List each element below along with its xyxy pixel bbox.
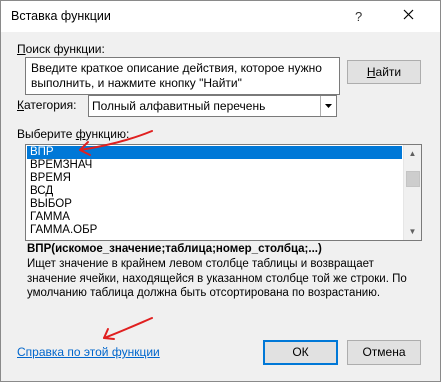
insert-function-dialog: Вставка функции ? Поиск функции: Введите… bbox=[0, 0, 441, 382]
dialog-title: Вставка функции bbox=[11, 9, 111, 23]
list-item[interactable]: ВЫБОР bbox=[27, 198, 402, 211]
title-bar: Вставка функции ? bbox=[1, 1, 440, 32]
search-input[interactable]: Введите краткое описание действия, котор… bbox=[25, 57, 340, 95]
search-text[interactable]: Введите краткое описание действия, котор… bbox=[31, 61, 331, 91]
list-item[interactable]: ВРЕМЗНАЧ bbox=[27, 159, 402, 172]
chevron-down-icon[interactable] bbox=[320, 96, 336, 116]
function-help-link[interactable]: Справка по этой функции bbox=[17, 345, 160, 359]
list-item[interactable]: ГАММА.ОБР bbox=[27, 224, 402, 237]
ok-button[interactable]: ОК bbox=[263, 340, 338, 365]
scroll-down-icon[interactable]: ▼ bbox=[404, 223, 421, 240]
list-item[interactable]: ВРЕМЯ bbox=[27, 172, 402, 185]
function-list[interactable]: ВПР ВРЕМЗНАЧ ВРЕМЯ ВСД ВЫБОР ГАММА ГАММА… bbox=[25, 144, 422, 241]
find-button[interactable]: Найти bbox=[347, 60, 421, 84]
search-label: Поиск функции: bbox=[17, 42, 105, 56]
help-icon[interactable]: ? bbox=[355, 9, 362, 24]
cancel-button[interactable]: Отмена bbox=[347, 340, 421, 365]
list-item[interactable]: ВПР bbox=[27, 146, 402, 159]
function-list-label: Выберите функцию: bbox=[17, 127, 130, 141]
list-item[interactable]: ВСД bbox=[27, 185, 402, 198]
list-item[interactable]: ГАММА bbox=[27, 211, 402, 224]
scroll-up-icon[interactable]: ▲ bbox=[404, 145, 421, 162]
list-scrollbar[interactable]: ▲ ▼ bbox=[403, 145, 421, 240]
close-button[interactable] bbox=[385, 2, 431, 28]
close-icon bbox=[403, 9, 413, 20]
scroll-thumb[interactable] bbox=[406, 171, 420, 187]
function-syntax: ВПР(искомое_значение;таблица;номер_столб… bbox=[27, 243, 322, 255]
category-select[interactable]: Полный алфавитный перечень bbox=[88, 95, 337, 117]
category-value: Полный алфавитный перечень bbox=[92, 99, 266, 113]
category-label: Категория: bbox=[17, 98, 77, 112]
function-description: Ищет значение в крайнем левом столбце та… bbox=[27, 258, 407, 299]
